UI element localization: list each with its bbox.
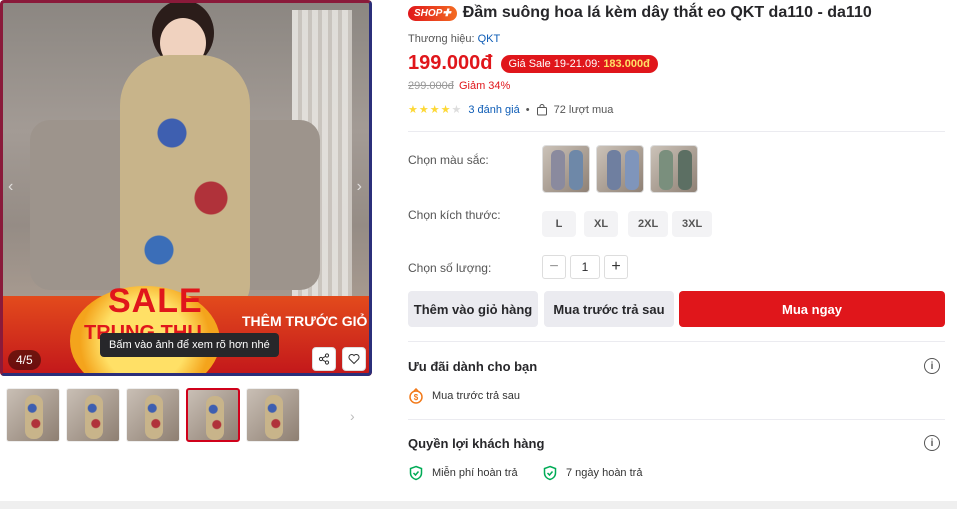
old-price: 299.000đ bbox=[408, 80, 454, 92]
brand-line: Thương hiệu: QKT bbox=[408, 33, 500, 45]
size-option-l[interactable]: L bbox=[542, 211, 576, 237]
thumbnail-5[interactable] bbox=[246, 388, 300, 442]
quantity-stepper: − 1 + bbox=[542, 255, 628, 279]
size-option-3xl[interactable]: 3XL bbox=[672, 211, 713, 237]
thumbnail-3[interactable] bbox=[126, 388, 180, 442]
benefits-title: Quyền lợi khách hàng bbox=[408, 436, 545, 451]
size-label: Chọn kích thước: bbox=[408, 208, 501, 222]
add-to-cart-button[interactable]: Thêm vào giỏ hàng bbox=[408, 291, 538, 327]
shield-check-icon bbox=[408, 465, 424, 481]
separator-dot: • bbox=[525, 103, 530, 116]
decrease-quantity-button[interactable]: − bbox=[542, 255, 566, 279]
sale-tag-price: 183.000đ bbox=[603, 57, 650, 70]
heart-icon bbox=[348, 353, 360, 365]
buy-later-button[interactable]: Mua trước trả sau bbox=[544, 291, 674, 327]
sale-tag: Giá Sale 19-21.09: 183.000đ bbox=[500, 54, 658, 73]
shield-check-icon bbox=[542, 465, 558, 481]
color-swatch-2[interactable] bbox=[596, 145, 644, 193]
banner-sale-text: SALE bbox=[108, 282, 203, 320]
brand-label: Thương hiệu: bbox=[408, 33, 478, 45]
color-label: Chọn màu sắc: bbox=[408, 153, 489, 167]
coin-icon: $ bbox=[408, 388, 424, 404]
share-icon bbox=[318, 353, 330, 365]
bag-icon bbox=[536, 103, 547, 115]
thumbnail-4[interactable] bbox=[186, 388, 240, 442]
offers-info-icon[interactable]: i bbox=[924, 358, 940, 374]
size-option-xl[interactable]: XL bbox=[584, 211, 619, 237]
page-footer-strip bbox=[0, 501, 957, 509]
share-button[interactable] bbox=[312, 347, 336, 371]
divider bbox=[408, 131, 945, 132]
benefit-item: 7 ngày hoàn trả bbox=[542, 465, 642, 481]
benefit-label: 7 ngày hoàn trả bbox=[566, 467, 643, 479]
review-count-link[interactable]: 3 đánh giá bbox=[468, 104, 519, 116]
quantity-input[interactable]: 1 bbox=[570, 255, 600, 279]
increase-quantity-button[interactable]: + bbox=[604, 255, 628, 279]
offers-title: Ưu đãi dành cho bạn bbox=[408, 359, 538, 374]
benefits-info-icon[interactable]: i bbox=[924, 435, 940, 451]
sold-count: 72 lượt mua bbox=[553, 103, 614, 116]
product-title: Đầm suông hoa lá kèm dây thắt eo QKT da1… bbox=[462, 4, 872, 21]
quantity-label: Chọn số lượng: bbox=[408, 261, 492, 275]
brand-link[interactable]: QKT bbox=[478, 33, 501, 45]
benefit-item: Miễn phí hoàn trả bbox=[408, 465, 518, 481]
prev-image-arrow-icon[interactable]: ‹ bbox=[8, 178, 13, 196]
offer-item-label: Mua trước trả sau bbox=[432, 390, 520, 402]
size-option-2xl[interactable]: 2XL bbox=[628, 211, 669, 237]
color-swatch-3[interactable] bbox=[650, 145, 698, 193]
zoom-tooltip: Bấm vào ảnh để xem rõ hơn nhé bbox=[100, 333, 279, 357]
discount-percent: Giảm 34% bbox=[458, 80, 511, 92]
image-counter: 4/5 bbox=[8, 350, 41, 370]
wishlist-button[interactable] bbox=[342, 347, 366, 371]
color-swatch-1[interactable] bbox=[542, 145, 590, 193]
rating-stars: ★★★★★ bbox=[408, 104, 463, 116]
offer-item[interactable]: $ Mua trước trả sau bbox=[408, 388, 520, 404]
thumbnail-1[interactable] bbox=[6, 388, 60, 442]
buy-now-button[interactable]: Mua ngay bbox=[679, 291, 945, 327]
divider bbox=[408, 419, 945, 420]
divider bbox=[408, 341, 945, 342]
shop-plus-badge: SHOP✚ bbox=[408, 5, 457, 21]
current-price: 199.000đ bbox=[408, 52, 493, 74]
svg-text:$: $ bbox=[414, 393, 419, 402]
sale-tag-label: Giá Sale 19-21.09: bbox=[508, 57, 604, 70]
thumbnail-2[interactable] bbox=[66, 388, 120, 442]
thumbnail-next-icon[interactable]: › bbox=[350, 408, 355, 424]
benefit-label: Miễn phí hoàn trả bbox=[432, 467, 518, 479]
next-image-arrow-icon[interactable]: › bbox=[357, 178, 362, 196]
